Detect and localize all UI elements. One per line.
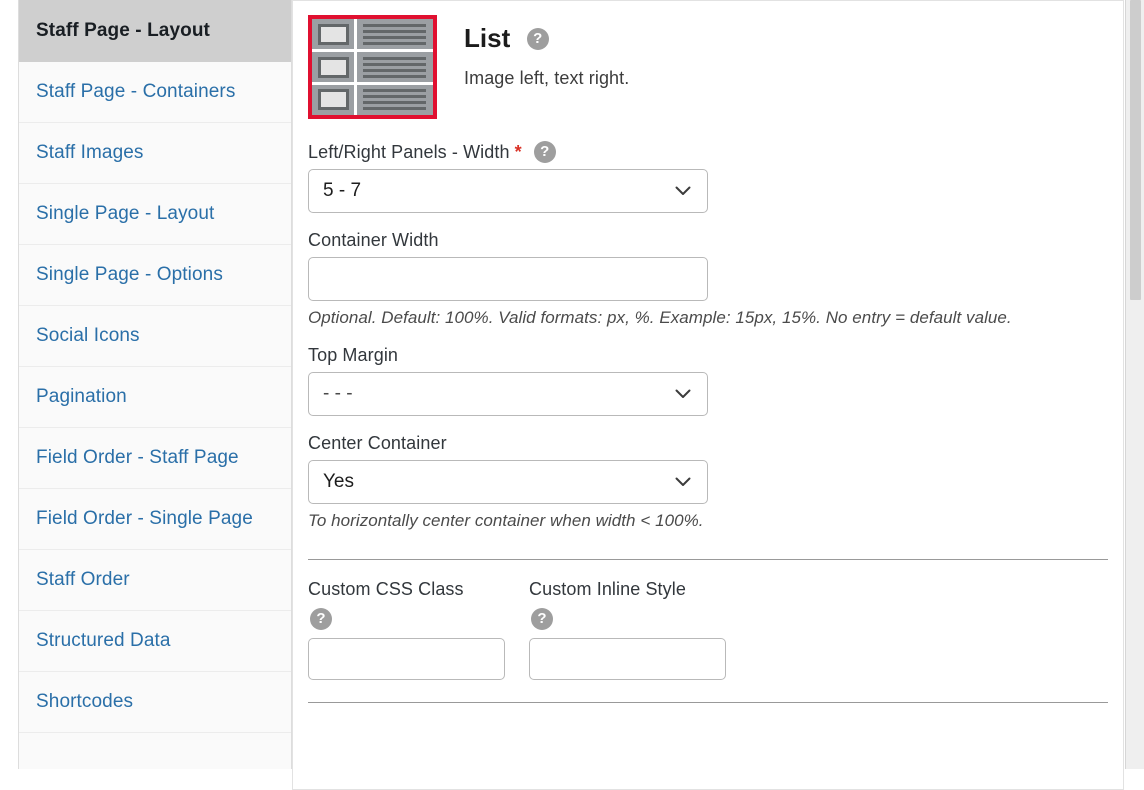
scrollbar-thumb[interactable] bbox=[1130, 0, 1141, 300]
content-area: List ? Image left, text right. Left/Righ… bbox=[292, 0, 1144, 790]
settings-page: Staff Page - Layout Staff Page - Contain… bbox=[0, 0, 1144, 790]
thumbnail-image-placeholder bbox=[312, 52, 354, 82]
thumbnail-row bbox=[312, 19, 433, 50]
center-container-label: Center Container bbox=[308, 433, 447, 453]
required-marker: * bbox=[514, 141, 522, 162]
settings-sidebar-nav: Staff Page - Layout Staff Page - Contain… bbox=[18, 0, 292, 769]
panels-width-select[interactable]: 5 - 7 bbox=[308, 169, 708, 213]
help-icon[interactable]: ? bbox=[533, 141, 556, 163]
sidebar-item-label: Single Page - Options bbox=[36, 264, 223, 285]
layout-description: Image left, text right. bbox=[464, 68, 630, 88]
help-icon[interactable]: ? bbox=[526, 27, 549, 50]
settings-panel: List ? Image left, text right. Left/Righ… bbox=[292, 0, 1124, 790]
field-custom-css-class: Custom CSS Class ? bbox=[308, 579, 505, 680]
thumbnail-text-lines bbox=[357, 19, 433, 49]
sidebar-item-pagination[interactable]: Pagination bbox=[19, 367, 291, 428]
thumbnail-row bbox=[312, 84, 433, 115]
sidebar-item-single-page-options[interactable]: Single Page - Options bbox=[19, 245, 291, 306]
chevron-down-icon bbox=[675, 477, 691, 486]
panels-width-label: Left/Right Panels - Width bbox=[308, 141, 510, 162]
list-layout-thumbnail[interactable] bbox=[308, 15, 437, 119]
sidebar-item-partial[interactable] bbox=[19, 733, 291, 769]
custom-inline-style-input[interactable] bbox=[529, 638, 726, 680]
panels-width-value: 5 - 7 bbox=[323, 180, 362, 201]
thumbnail-image-placeholder bbox=[312, 85, 354, 115]
section-divider-bottom bbox=[308, 702, 1108, 703]
custom-inline-style-label: Custom Inline Style bbox=[529, 579, 686, 599]
container-width-helper: Optional. Default: 100%. Valid formats: … bbox=[308, 308, 1012, 327]
sidebar-item-label: Social Icons bbox=[36, 325, 140, 346]
custom-style-row: Custom CSS Class ? Custom Inline Style ? bbox=[308, 579, 1107, 680]
sidebar-item-staff-images[interactable]: Staff Images bbox=[19, 123, 291, 184]
center-container-select[interactable]: Yes bbox=[308, 460, 708, 504]
sidebar-item-label: Staff Page - Layout bbox=[36, 20, 210, 41]
sidebar-item-staff-order[interactable]: Staff Order bbox=[19, 550, 291, 611]
thumbnail-text-lines bbox=[357, 85, 433, 115]
sidebar-item-social-icons[interactable]: Social Icons bbox=[19, 306, 291, 367]
field-container-width: Container Width Optional. Default: 100%.… bbox=[308, 230, 1107, 328]
center-container-value: Yes bbox=[323, 471, 354, 492]
sidebar-item-shortcodes[interactable]: Shortcodes bbox=[19, 672, 291, 733]
sidebar-item-label: Field Order - Single Page bbox=[36, 508, 253, 529]
sidebar-container: Staff Page - Layout Staff Page - Contain… bbox=[0, 0, 292, 769]
sidebar-item-field-order-single-page[interactable]: Field Order - Single Page bbox=[19, 489, 291, 550]
sidebar-item-label: Pagination bbox=[36, 386, 127, 407]
custom-css-class-input[interactable] bbox=[308, 638, 505, 680]
sidebar-item-staff-page-containers[interactable]: Staff Page - Containers bbox=[19, 62, 291, 123]
help-icon[interactable]: ? bbox=[531, 608, 553, 630]
page-title: List bbox=[464, 23, 511, 53]
sidebar-item-label: Staff Page - Containers bbox=[36, 81, 236, 102]
section-divider bbox=[308, 559, 1108, 560]
panels-width-label-row: Left/Right Panels - Width * ? bbox=[308, 141, 1107, 163]
center-container-helper: To horizontally center container when wi… bbox=[308, 511, 704, 530]
sidebar-item-structured-data[interactable]: Structured Data bbox=[19, 611, 291, 672]
field-center-container: Center Container Yes To horizontally cen… bbox=[308, 433, 1107, 531]
sidebar-item-label: Single Page - Layout bbox=[36, 203, 215, 224]
container-width-label: Container Width bbox=[308, 230, 439, 250]
thumbnail-text-lines bbox=[357, 52, 433, 82]
sidebar-item-label: Shortcodes bbox=[36, 691, 134, 712]
thumbnail-row bbox=[312, 51, 433, 83]
sidebar-item-label: Staff Order bbox=[36, 569, 130, 590]
sidebar-item-single-page-layout[interactable]: Single Page - Layout bbox=[19, 184, 291, 245]
top-margin-label: Top Margin bbox=[308, 345, 399, 365]
custom-css-class-help-row: ? bbox=[308, 608, 505, 630]
sidebar-item-label: Field Order - Staff Page bbox=[36, 447, 239, 468]
field-panels-width: Left/Right Panels - Width * ? 5 - 7 bbox=[308, 141, 1107, 213]
container-width-input[interactable] bbox=[308, 257, 708, 301]
field-top-margin: Top Margin - - - bbox=[308, 345, 1107, 416]
sidebar-item-label: Structured Data bbox=[36, 630, 171, 651]
layout-header: List ? Image left, text right. bbox=[308, 15, 1107, 119]
layout-title-block: List ? Image left, text right. bbox=[464, 15, 629, 89]
chevron-down-icon bbox=[675, 389, 691, 398]
top-margin-value: - - - bbox=[323, 383, 353, 404]
sidebar-item-field-order-staff-page[interactable]: Field Order - Staff Page bbox=[19, 428, 291, 489]
chevron-down-icon bbox=[675, 186, 691, 195]
vertical-scrollbar[interactable] bbox=[1125, 0, 1144, 769]
top-margin-select[interactable]: - - - bbox=[308, 372, 708, 416]
custom-css-class-label: Custom CSS Class bbox=[308, 579, 464, 599]
sidebar-item-staff-page-layout[interactable]: Staff Page - Layout bbox=[19, 0, 291, 62]
field-custom-inline-style: Custom Inline Style ? bbox=[529, 579, 726, 680]
custom-inline-style-help-row: ? bbox=[529, 608, 726, 630]
thumbnail-image-placeholder bbox=[312, 19, 354, 49]
help-icon[interactable]: ? bbox=[310, 608, 332, 630]
sidebar-item-label: Staff Images bbox=[36, 142, 144, 163]
